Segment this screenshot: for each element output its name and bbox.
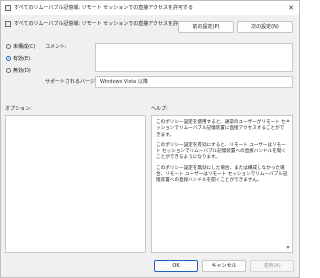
apply-button[interactable]: 適用(A)	[250, 260, 294, 272]
radio-disabled[interactable]: 無効(D)	[6, 67, 31, 75]
close-icon[interactable]: ✕	[286, 3, 296, 13]
next-setting-button[interactable]: 次の設定(N)	[237, 21, 293, 33]
comment-label: コメント:	[45, 44, 67, 50]
radio-not-configured-label: 未構成(C)	[13, 44, 36, 50]
previous-setting-button[interactable]: 前の設定(P)	[178, 21, 234, 33]
window-title: すべてのリムーバブル記憶域: リモート セッションでの直接アクセスを許可する	[14, 5, 194, 11]
supported-on-value: Windows Vista 以降	[100, 79, 148, 85]
policy-dialog: すべてのリムーバブル記憶域: リモート セッションでの直接アクセスを許可する ✕…	[0, 0, 300, 278]
radio-circle[interactable]	[6, 68, 11, 73]
scroll-up-arrow-icon[interactable]	[286, 119, 290, 122]
title-bar: すべてのリムーバブル記憶域: リモート セッションでの直接アクセスを許可する ✕	[1, 1, 299, 15]
supported-on-field: Windows Vista 以降	[95, 76, 293, 88]
options-label: オプション:	[5, 106, 32, 112]
policy-icon	[5, 5, 11, 11]
help-text: このポリシー設定を使用すると、通常のユーザーがリモート セッションでリムーバブル…	[156, 120, 288, 189]
radio-not-configured[interactable]: 未構成(C)	[6, 43, 35, 51]
radio-circle[interactable]	[6, 44, 11, 49]
scroll-down-arrow-icon[interactable]	[286, 246, 290, 249]
help-paragraph: このポリシー設定を使用すると、通常のユーザーがリモート セッションでリムーバブル…	[156, 120, 286, 138]
help-paragraph: このポリシー設定を有効にすると、リモート ユーザーはリモート セッションでリムー…	[156, 142, 287, 161]
help-panel[interactable]: このポリシー設定を使用すると、通常のユーザーがリモート セッションでリムーバブル…	[151, 115, 293, 253]
radio-enabled-label: 有効(E)	[13, 56, 31, 62]
setting-title: すべてのリムーバブル記憶域: リモート セッションでの直接アクセスを許可する	[14, 21, 194, 27]
cancel-button[interactable]: キャンセル	[202, 260, 246, 272]
radio-disabled-label: 無効(D)	[13, 68, 31, 74]
policy-setting-icon	[5, 21, 11, 27]
radio-circle-checked[interactable]	[6, 56, 11, 61]
help-paragraph: このポリシー設定を無効にした場合、または構成しなかった場合、リモート ユーザーは…	[156, 165, 288, 184]
comment-textarea[interactable]	[95, 43, 293, 72]
ok-button[interactable]: OK	[154, 260, 198, 272]
radio-enabled[interactable]: 有効(E)	[6, 55, 30, 63]
help-label: ヘルプ:	[151, 106, 168, 112]
options-panel	[5, 115, 146, 253]
